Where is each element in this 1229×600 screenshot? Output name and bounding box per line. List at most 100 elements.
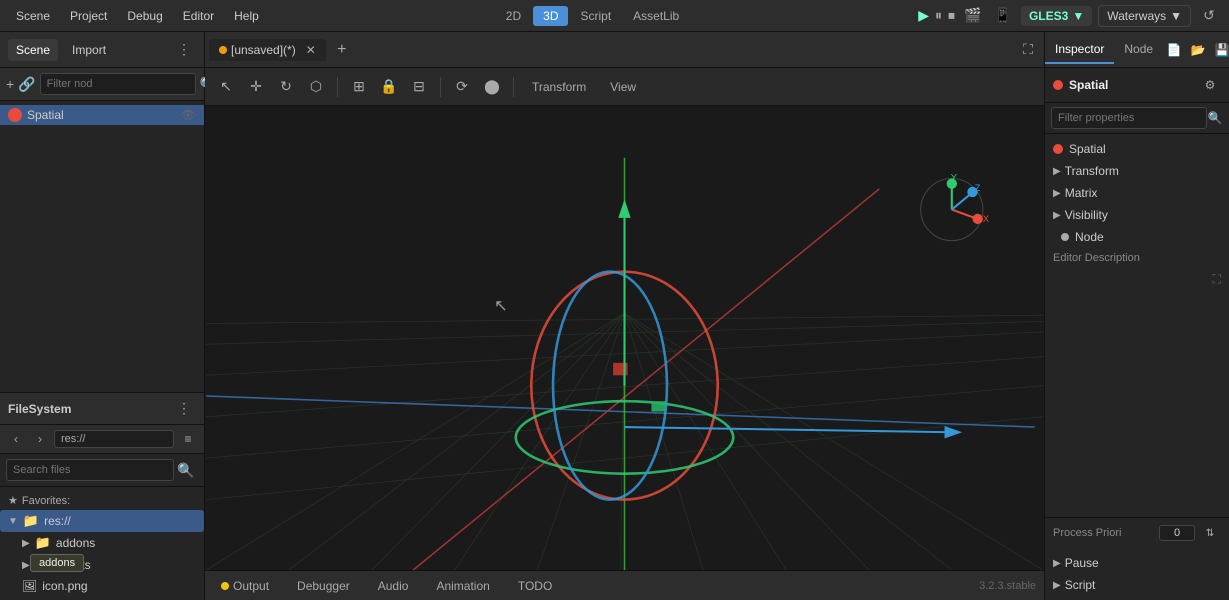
visibility-icon[interactable]: 👁 xyxy=(181,108,196,122)
menu-debug[interactable]: Debug xyxy=(119,5,170,27)
spatial-node-label: Spatial xyxy=(27,108,64,122)
filesystem-content: ★ Favorites: ▼ 📁 res:// ▶ 📁 addons xyxy=(0,487,204,600)
folder-collapse-arrow: ▼ xyxy=(8,516,18,527)
tab-scene[interactable]: Scene xyxy=(8,39,58,61)
node-type-row: Spatial ⚙ xyxy=(1045,68,1229,103)
script-section[interactable]: ▶ Script xyxy=(1045,574,1229,596)
node-wrench-icon[interactable]: ⚙ xyxy=(1199,74,1221,96)
pause-button[interactable]: ⏸ xyxy=(935,7,942,24)
bottom-tab-audio[interactable]: Audio xyxy=(370,576,417,596)
mode-assetlib-button[interactable]: AssetLib xyxy=(623,6,689,26)
filter-props-icon[interactable]: 🔍 xyxy=(1207,107,1223,129)
add-tab-button[interactable]: + xyxy=(330,38,354,62)
center-panel: [unsaved](*) ✕ + ⛶ ↖ ✛ ↻ ⬡ ⊞ 🔒 ⊟ ⟳ ⬤ Tra… xyxy=(205,32,1044,600)
link-node-button[interactable]: 🔗 xyxy=(18,72,35,96)
subfolder-assets[interactable]: ▶ 📁 assets xyxy=(0,554,204,576)
play-button[interactable]: ▶ xyxy=(918,7,929,24)
transform-label: Transform xyxy=(1065,164,1119,178)
snap-grid-button[interactable]: ⊞ xyxy=(346,74,372,100)
nav-back-button[interactable]: ‹ xyxy=(6,429,26,449)
expand-icon: ⛶ xyxy=(1213,272,1221,287)
insp-save-icon[interactable]: 💾 xyxy=(1211,39,1229,61)
camera-button[interactable]: 🎬 xyxy=(961,4,985,28)
close-tab-icon[interactable]: ✕ xyxy=(306,43,316,57)
group-button[interactable]: ⊟ xyxy=(406,74,432,100)
object-mode-button[interactable]: ⬤ xyxy=(479,74,505,100)
favorites-label: ★ Favorites: xyxy=(0,491,204,510)
top-right-icons: ▶ ⏸ ⏹ 🎬 📱 GLES3 ▼ Waterways ▼ ↺ xyxy=(918,4,1221,28)
filter-props-row: 🔍 xyxy=(1045,103,1229,134)
scene-menu-icon[interactable]: ⋮ xyxy=(172,38,196,62)
waterways-dropdown[interactable]: Waterways ▼ xyxy=(1098,5,1191,27)
search-files-icon[interactable]: 🔍 xyxy=(174,458,198,482)
filesystem-menu-icon[interactable]: ⋮ xyxy=(172,397,196,421)
debugger-label: Debugger xyxy=(297,579,350,593)
mode-script-button[interactable]: Script xyxy=(570,6,621,26)
props-content: Spatial ▶ Transform ▶ Matrix ▶ Visibilit… xyxy=(1045,134,1229,517)
filesystem-panel: FileSystem ⋮ ‹ › res:// ≡ 🔍 ★ Favorites:… xyxy=(0,392,204,600)
tab-inspector[interactable]: Inspector xyxy=(1045,36,1114,64)
script-arrow: ▶ xyxy=(1053,580,1061,591)
process-stepper-icon[interactable]: ⇅ xyxy=(1199,522,1221,544)
animation-label: Animation xyxy=(436,579,489,593)
menu-project[interactable]: Project xyxy=(62,5,115,27)
add-node-button[interactable]: + xyxy=(6,72,14,96)
renderer-dropdown[interactable]: GLES3 ▼ xyxy=(1021,6,1092,26)
spatial-node-icon xyxy=(8,108,22,122)
scene-panel-header: Scene Import ⋮ xyxy=(0,32,204,68)
viewport-3d[interactable]: ⊞ Perspective xyxy=(205,106,1044,570)
tab-node[interactable]: Node xyxy=(1114,36,1163,64)
lock-button[interactable]: 🔒 xyxy=(376,74,402,100)
move-mode-button[interactable]: ✛ xyxy=(243,74,269,100)
fullscreen-viewport-button[interactable]: ⛶ xyxy=(1016,38,1040,62)
menu-scene[interactable]: Scene xyxy=(8,5,58,27)
tab-import[interactable]: Import xyxy=(64,39,114,61)
subfolder-addons-label: addons xyxy=(56,536,95,550)
filesystem-search-row: 🔍 xyxy=(0,454,204,487)
pause-section[interactable]: ▶ Pause xyxy=(1045,552,1229,574)
insp-file-icon[interactable]: 📄 xyxy=(1163,39,1185,61)
undo-button[interactable]: ↺ xyxy=(1197,4,1221,28)
transform-arrow: ▶ xyxy=(1053,166,1061,177)
menu-help[interactable]: Help xyxy=(226,5,267,27)
visibility-label: Visibility xyxy=(1065,208,1108,222)
insp-folder-icon[interactable]: 📂 xyxy=(1187,39,1209,61)
mode-3d-button[interactable]: 3D xyxy=(533,6,568,26)
search-files-input[interactable] xyxy=(6,459,174,481)
left-panel: Scene Import ⋮ + 🔗 🔍 ⊞ Spatial 👁 FileS xyxy=(0,32,205,600)
stop-button[interactable]: ⏹ xyxy=(948,7,955,24)
file-icon-png[interactable]: 🖼 icon.png xyxy=(0,576,204,596)
tree-item-spatial[interactable]: Spatial 👁 xyxy=(0,105,204,125)
visibility-section[interactable]: ▶ Visibility xyxy=(1045,204,1229,226)
folder-res[interactable]: ▼ 📁 res:// xyxy=(0,510,204,532)
transform-button[interactable]: Transform xyxy=(522,77,596,97)
audio-label: Audio xyxy=(378,579,409,593)
select-mode-button[interactable]: ↖ xyxy=(213,74,239,100)
nav-forward-button[interactable]: › xyxy=(30,429,50,449)
main-content: Scene Import ⋮ + 🔗 🔍 ⊞ Spatial 👁 FileS xyxy=(0,32,1229,600)
mode-2d-button[interactable]: 2D xyxy=(496,6,531,26)
menu-editor[interactable]: Editor xyxy=(175,5,222,27)
layout-toggle-button[interactable]: ≡ xyxy=(178,429,198,449)
view-button[interactable]: View xyxy=(600,77,646,97)
bottom-tab-output[interactable]: Output xyxy=(213,576,277,596)
bottom-tab-todo[interactable]: TODO xyxy=(510,576,560,596)
toolbar-separator-1 xyxy=(337,77,338,97)
subfolder-addons[interactable]: ▶ 📁 addons xyxy=(0,532,204,554)
transform-section[interactable]: ▶ Transform xyxy=(1045,160,1229,182)
viewport-tab-unsaved[interactable]: [unsaved](*) ✕ xyxy=(209,39,326,61)
bottom-tab-animation[interactable]: Animation xyxy=(428,576,497,596)
filesystem-title: FileSystem xyxy=(8,402,172,416)
editor-description: Editor Description xyxy=(1045,248,1229,268)
filter-props-input[interactable] xyxy=(1051,107,1207,129)
scale-mode-button[interactable]: ⬡ xyxy=(303,74,329,100)
expand-desc-button[interactable]: ⛶ xyxy=(1045,268,1229,291)
bottom-tab-debugger[interactable]: Debugger xyxy=(289,576,358,596)
deploy-button[interactable]: 📱 xyxy=(991,4,1015,28)
folder-res-label: res:// xyxy=(44,514,71,528)
filter-nodes-input[interactable] xyxy=(40,73,196,95)
local-space-button[interactable]: ⟳ xyxy=(449,74,475,100)
rotate-mode-button[interactable]: ↻ xyxy=(273,74,299,100)
right-panel: Inspector Node 📄 📂 💾 ‹ › ↺ Spatial ⚙ 🔍 xyxy=(1044,32,1229,600)
matrix-section[interactable]: ▶ Matrix xyxy=(1045,182,1229,204)
